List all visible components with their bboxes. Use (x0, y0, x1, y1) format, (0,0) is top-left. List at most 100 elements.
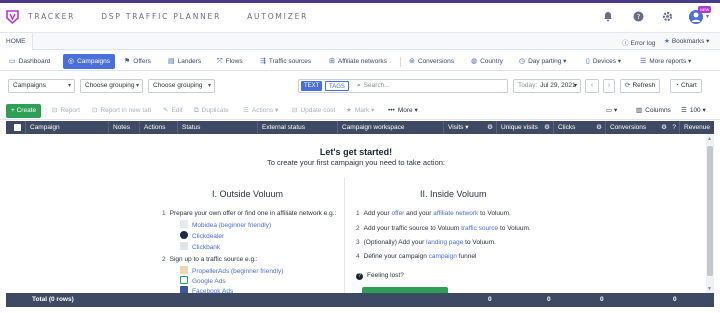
inside-step-3-pre: (Optionally) Add your (363, 239, 427, 246)
view-mode-toggle[interactable]: ▭ ▾ (606, 104, 617, 118)
report-button[interactable]: ⊟ Report (52, 104, 80, 118)
copy-icon: ⧉ (194, 107, 199, 114)
campaign-link[interactable]: campaign (429, 253, 457, 260)
tab-campaigns-label: Campaigns (77, 58, 110, 65)
vertical-scrollbar[interactable]: ▲ ▼ (706, 134, 714, 293)
network-icon: ⊞ (329, 58, 335, 65)
more-menu[interactable]: ••• More ▾ (388, 104, 418, 118)
network-clickdealer[interactable]: Clickdealer (180, 231, 224, 240)
source-google-ads-link[interactable]: Google Ads (192, 278, 226, 285)
tab-dashboard[interactable]: ▭ Dashboard (9, 54, 50, 69)
date-next-button[interactable]: › (603, 79, 615, 93)
network-clickbank[interactable]: Clickbank (180, 242, 220, 251)
column-settings-icon[interactable]: ⚙ (487, 121, 493, 134)
mark-menu[interactable]: ★ Mark ▾ (346, 104, 374, 118)
column-settings-icon[interactable]: ⚙ (544, 121, 550, 134)
update-cost-button[interactable]: ⊟ Update cost (292, 104, 335, 118)
question-icon: ? (356, 273, 363, 280)
traffic-source-link[interactable]: traffic source (461, 225, 498, 232)
tab-offers[interactable]: ⚑ Offers (124, 54, 151, 69)
tab-conversions[interactable]: ⊜ Conversions (409, 54, 454, 69)
help-icon[interactable]: ? (632, 11, 644, 23)
source-propellerads[interactable]: PropellerAds (beginner friendly) (180, 266, 283, 275)
page-size-value: 100 (689, 107, 701, 114)
column-header-campaign[interactable]: Campaign (26, 121, 109, 134)
column-settings-icon[interactable]: ⚙ (661, 121, 667, 134)
chart-button[interactable]: ◔ Chart (670, 79, 702, 93)
duplicate-button[interactable]: ⧉ Duplicate (194, 104, 229, 118)
date-label: Today: (518, 82, 538, 89)
tab-campaigns[interactable]: ◎ Campaigns (63, 54, 115, 69)
source-propellerads-link[interactable]: PropellerAds (beginner friendly) (192, 268, 283, 275)
search-mode-text[interactable]: TEXT (301, 81, 323, 91)
tab-country[interactable]: ◍ Country (471, 54, 503, 69)
tab-landers-label: Landers (177, 58, 202, 65)
network-mobidea[interactable]: Mobidea (beginner friendly) (180, 220, 271, 229)
voluum-logo-icon[interactable] (6, 10, 19, 24)
network-clickdealer-link[interactable]: Clickdealer (192, 233, 224, 240)
page-size-select[interactable]: ☰ 100 ▾ (681, 104, 706, 118)
column-header-clicks[interactable]: Clicks ⚙ (554, 121, 606, 134)
gear-icon[interactable] (661, 11, 673, 23)
tab-affiliate-networks[interactable]: ⊞ Affiliate networks (329, 54, 387, 69)
date-range-picker[interactable]: Today: Jul 29, 2021 ▾ (513, 79, 581, 93)
chevron-down-icon[interactable]: ▾ (706, 13, 709, 20)
edit-button[interactable]: ✎ Edit (163, 104, 183, 118)
rows-icon: ☰ (681, 107, 687, 114)
nav-dsp-traffic-planner[interactable]: DSP TRAFFIC PLANNER (101, 12, 221, 21)
total-visits: 0 (488, 296, 492, 303)
grouping-select-2-value: Choose grouping (153, 82, 203, 89)
source-google-ads[interactable]: Google Ads (180, 276, 226, 285)
scrollbar-thumb[interactable] (707, 146, 713, 276)
affiliate-network-link[interactable]: affiliate network (433, 210, 478, 217)
actions-menu[interactable]: ☰ Actions ▾ (243, 104, 278, 118)
network-mobidea-link[interactable]: Mobidea (beginner friendly) (192, 222, 271, 229)
tab-flows[interactable]: ⤧ Flows (217, 54, 243, 69)
bell-icon[interactable] (602, 11, 614, 23)
column-header-notes[interactable]: Notes (109, 121, 140, 134)
more-label: More (397, 107, 413, 114)
column-header-status[interactable]: Status (178, 121, 258, 134)
tab-more-reports[interactable]: ☰ More reports ▾ (640, 54, 691, 69)
search-input[interactable]: ⌕ Search... (357, 81, 390, 91)
entity-select[interactable]: Campaigns ▾ (8, 79, 75, 93)
clock-icon: ◷ (519, 58, 526, 65)
tab-landers[interactable]: ▤ Landers (168, 54, 201, 69)
column-header-actions[interactable]: Actions (140, 121, 178, 134)
select-all-checkbox[interactable] (14, 124, 21, 131)
column-header-external-status[interactable]: External status (258, 121, 338, 134)
column-settings-icon[interactable]: ⚙ (596, 121, 602, 134)
column-header-unique-visits[interactable]: Unique visits ⚙ (497, 121, 554, 134)
bookmarks-menu[interactable]: ★ Bookmarks ▾ (664, 37, 709, 45)
chevron-down-icon: ▾ (617, 58, 622, 65)
error-log-link[interactable]: ⓘ Error log (622, 37, 655, 47)
scroll-down-icon[interactable]: ▼ (707, 286, 712, 292)
tab-home[interactable]: HOME (0, 33, 33, 50)
tab-day-parting[interactable]: ◷ Day parting ▾ (519, 54, 566, 69)
tab-devices[interactable]: ▯ Devices ▾ (586, 54, 621, 69)
scroll-up-icon[interactable]: ▲ (707, 136, 712, 142)
grouping-select-1[interactable]: Choose grouping ▾ (80, 79, 143, 93)
tab-traffic-sources[interactable]: ⇶ Traffic sources (260, 54, 311, 69)
refresh-button[interactable]: ⟳ Refresh (620, 79, 661, 93)
nav-tracker[interactable]: TRACKER (28, 12, 75, 21)
search-mode-tags[interactable]: TAGS (325, 81, 349, 91)
svg-text:?: ? (636, 13, 640, 21)
column-header-campaign-workspace[interactable]: Campaign workspace (338, 121, 444, 134)
tab-dashboard-label: Dashboard (18, 58, 51, 65)
network-clickbank-link[interactable]: Clickbank (192, 244, 220, 251)
column-header-conversions[interactable]: Conversions ⚙? (606, 121, 680, 134)
help-icon[interactable]: ? (672, 121, 676, 134)
create-button[interactable]: + Create (6, 104, 42, 118)
columns-button[interactable]: ▥ Columns (636, 104, 671, 118)
column-header-revenue[interactable]: Revenue (680, 121, 714, 134)
report-new-tab-button[interactable]: ⊡ Report in new tab (92, 104, 151, 118)
home-tab-row: HOME ⓘ Error log ★ Bookmarks ▾ (0, 33, 720, 50)
tab-affiliate-networks-label: Affiliate networks (337, 58, 387, 65)
landing-page-link[interactable]: landing page (426, 239, 463, 246)
date-prev-button[interactable]: ‹ (585, 79, 599, 93)
offer-link[interactable]: offer (391, 210, 404, 217)
nav-automizer[interactable]: AUTOMIZER (247, 12, 308, 21)
grouping-select-2[interactable]: Choose grouping ▾ (148, 79, 215, 93)
column-header-visits[interactable]: Visits ▾ ⚙ (444, 121, 497, 134)
